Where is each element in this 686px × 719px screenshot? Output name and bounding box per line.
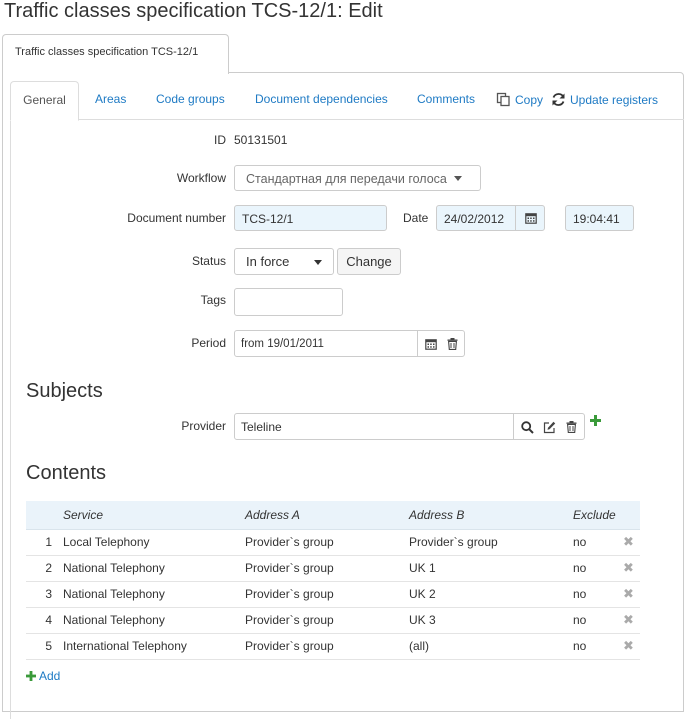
- trash-icon[interactable]: [562, 415, 580, 439]
- tab-comments[interactable]: Comments: [417, 92, 475, 106]
- row-address-b: Provider`s group: [408, 529, 572, 556]
- change-status-button[interactable]: Change: [337, 248, 401, 275]
- copy-label: Copy: [515, 92, 544, 107]
- workflow-value: Стандартная для передачи голоса: [246, 172, 447, 186]
- col-num-header: [26, 501, 62, 530]
- row-service: National Telephony: [62, 581, 244, 608]
- delete-row-icon[interactable]: ✖: [622, 633, 640, 660]
- row-exclude: no: [572, 555, 622, 582]
- calendar-icon[interactable]: [421, 332, 441, 356]
- col-address-a-header[interactable]: Address A: [244, 501, 408, 530]
- row-service: National Telephony: [62, 607, 244, 634]
- search-icon[interactable]: [517, 415, 537, 439]
- row-exclude: no: [572, 529, 622, 556]
- col-exclude-header[interactable]: Exclude: [572, 501, 622, 530]
- id-label: ID: [214, 133, 226, 147]
- row-address-a: Provider`s group: [244, 581, 408, 608]
- caret-down-icon: [453, 176, 462, 181]
- tags-label: Tags: [200, 293, 226, 307]
- date-label: Date: [403, 211, 429, 225]
- date-value: 24/02/2012: [444, 212, 505, 226]
- status-select[interactable]: In force: [234, 248, 334, 275]
- row-number: 2: [26, 555, 62, 582]
- add-provider-icon[interactable]: [590, 415, 601, 429]
- row-address-b: UK 2: [408, 581, 572, 608]
- col-address-b-header[interactable]: Address B: [408, 501, 572, 530]
- row-address-b: UK 1: [408, 555, 572, 582]
- id-value: 50131501: [234, 133, 288, 147]
- copy-icon: [496, 92, 511, 107]
- tab-code-groups[interactable]: Code groups: [156, 92, 225, 106]
- table-row[interactable]: 1 Local Telephony Provider`s group Provi…: [26, 529, 640, 556]
- workflow-select[interactable]: Стандартная для передачи голоса: [234, 165, 481, 191]
- row-exclude: no: [572, 607, 622, 634]
- edit-icon[interactable]: [539, 415, 559, 439]
- row-address-a: Provider`s group: [244, 529, 408, 556]
- subtabs-divider: [10, 119, 684, 120]
- document-number-input[interactable]: TCS-12/1: [234, 205, 387, 231]
- delete-row-icon[interactable]: ✖: [622, 529, 640, 556]
- row-number: 4: [26, 607, 62, 634]
- provider-label: Provider: [181, 419, 226, 433]
- table-row[interactable]: 5 International Telephony Provider`s gro…: [26, 633, 640, 660]
- tab-areas[interactable]: Areas: [95, 92, 126, 106]
- delete-row-icon[interactable]: ✖: [622, 607, 640, 634]
- col-service-header[interactable]: Service: [62, 501, 244, 530]
- document-number-label: Document number: [127, 211, 226, 225]
- status-value: In force: [246, 254, 290, 269]
- table-header-row: Service Address A Address B Exclude: [26, 501, 640, 530]
- page-title: Traffic classes specification TCS-12/1: …: [4, 0, 383, 22]
- tags-input[interactable]: [234, 288, 343, 316]
- row-number: 5: [26, 633, 62, 660]
- trash-icon[interactable]: [443, 332, 461, 356]
- period-input[interactable]: from 19/01/2011: [234, 330, 465, 357]
- period-label: Period: [191, 336, 226, 350]
- subjects-heading: Subjects: [26, 380, 103, 402]
- row-service: Local Telephony: [62, 529, 244, 556]
- row-exclude: no: [572, 581, 622, 608]
- row-service: International Telephony: [62, 633, 244, 660]
- tab-general[interactable]: General: [10, 81, 79, 121]
- row-number: 3: [26, 581, 62, 608]
- row-exclude: no: [572, 633, 622, 660]
- row-address-b: UK 3: [408, 607, 572, 634]
- workflow-label: Workflow: [176, 171, 226, 185]
- status-label: Status: [191, 254, 226, 268]
- row-address-a: Provider`s group: [244, 555, 408, 582]
- update-registers-label: Update registers: [570, 92, 659, 107]
- tab-document-dependencies[interactable]: Document dependencies: [255, 92, 388, 106]
- delete-row-icon[interactable]: ✖: [622, 581, 640, 608]
- provider-input[interactable]: Teleline: [234, 413, 585, 440]
- contents-heading: Contents: [26, 462, 107, 484]
- delete-row-icon[interactable]: ✖: [622, 555, 640, 582]
- caret-down-icon: [314, 260, 322, 265]
- table-row[interactable]: 3 National Telephony Provider`s group UK…: [26, 581, 640, 608]
- time-input[interactable]: 19:04:41: [565, 205, 634, 231]
- row-number: 1: [26, 529, 62, 556]
- row-service: National Telephony: [62, 555, 244, 582]
- date-input[interactable]: 24/02/2012: [436, 205, 545, 231]
- row-address-b: (all): [408, 633, 572, 660]
- contents-table: Service Address A Address B Exclude 1 Lo…: [26, 501, 640, 660]
- add-row-label: Add: [39, 669, 61, 683]
- table-row[interactable]: 4 National Telephony Provider`s group UK…: [26, 607, 640, 634]
- update-registers-button[interactable]: Update registers: [551, 92, 658, 107]
- row-address-a: Provider`s group: [244, 633, 408, 660]
- provider-value: Teleline: [241, 420, 282, 434]
- refresh-icon: [551, 92, 566, 107]
- calendar-icon[interactable]: [516, 206, 545, 230]
- document-tab[interactable]: Traffic classes specification TCS-12/1: [2, 34, 229, 74]
- copy-button[interactable]: Copy: [496, 92, 543, 107]
- period-value: from 19/01/2011: [241, 338, 324, 350]
- table-row[interactable]: 2 National Telephony Provider`s group UK…: [26, 555, 640, 582]
- row-address-a: Provider`s group: [244, 607, 408, 634]
- col-actions-header: [622, 501, 640, 530]
